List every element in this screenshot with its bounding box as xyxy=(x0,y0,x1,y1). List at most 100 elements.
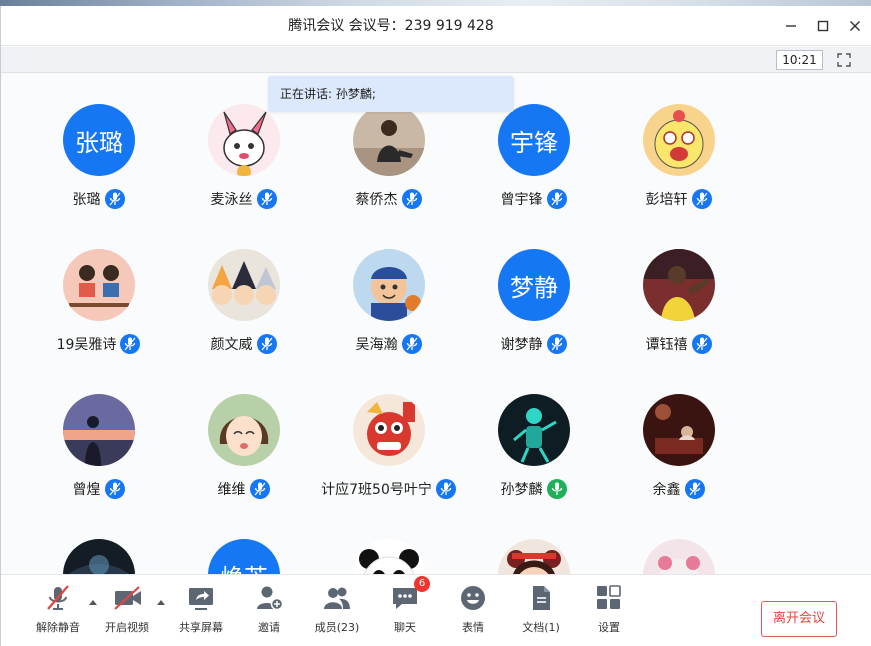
cartoon-couple-avatar xyxy=(63,249,135,321)
dark-night-avatar xyxy=(63,539,135,574)
members-button[interactable]: 成员(23) xyxy=(302,583,372,639)
participant-name: 吴海瀚 xyxy=(355,337,398,353)
meeting-toolbar: 解除静音 开启视频 共享屏幕 邀请 成员(23) 6 聊天 表情 文档(1) 设… xyxy=(1,574,871,646)
participant-tile[interactable] xyxy=(26,509,171,574)
share-screen-button[interactable]: 共享屏幕 xyxy=(166,583,236,639)
unmute-button[interactable]: 解除静音 xyxy=(23,583,93,639)
start-video-label: 开启视频 xyxy=(105,621,149,634)
avatar: 梦静 xyxy=(498,249,570,321)
participant-tile[interactable]: 余鑫 xyxy=(606,364,751,499)
mic-muted-icon xyxy=(104,189,125,209)
invite-button[interactable]: 邀请 xyxy=(234,583,304,639)
unmute-label: 解除静音 xyxy=(36,621,80,634)
participant-name-row: 计应7班50号叶宁 xyxy=(316,478,461,500)
cartoon-bunny-avatar xyxy=(208,104,280,176)
video-options-caret[interactable] xyxy=(156,597,166,607)
photo-football-player-avatar xyxy=(643,249,715,321)
participant-tile[interactable]: 吴海瀚 xyxy=(316,219,461,354)
participant-tile[interactable]: 焕芝 xyxy=(171,509,316,574)
participant-tile[interactable]: 梦静 谢梦静 xyxy=(461,219,606,354)
mic-muted-icon xyxy=(120,334,141,354)
participant-name: 余鑫 xyxy=(652,482,681,498)
close-icon xyxy=(850,21,860,31)
participant-name: 计应7班50号叶宁 xyxy=(321,482,432,498)
participant-name-row: 吴海瀚 xyxy=(316,333,461,355)
camera-off-icon xyxy=(114,586,141,610)
chat-button[interactable]: 6 聊天 xyxy=(370,576,440,639)
anime-group-avatar xyxy=(208,249,280,321)
lion-dance-avatar xyxy=(353,394,425,466)
mic-muted-icon xyxy=(684,479,705,499)
doll-avatar xyxy=(498,539,570,574)
neon-robot-avatar xyxy=(498,394,570,466)
fullscreen-icon xyxy=(837,53,851,67)
close-button[interactable] xyxy=(840,6,870,46)
avatar: 张璐 xyxy=(63,104,135,176)
share-screen-icon xyxy=(189,588,213,610)
chat-label: 聊天 xyxy=(394,621,416,634)
participant-tile[interactable]: 19吴雅诗 xyxy=(26,219,171,354)
mic-muted-icon xyxy=(401,334,422,354)
mic-muted-icon xyxy=(691,334,712,354)
mic-muted-icon xyxy=(546,334,567,354)
participant-tile[interactable]: 彭培轩 xyxy=(606,74,751,209)
participant-name: 曾煌 xyxy=(72,482,101,498)
participant-name-row: 彭培轩 xyxy=(606,188,751,210)
participant-tile[interactable] xyxy=(606,509,751,574)
participant-tile[interactable]: 谭钰禧 xyxy=(606,219,751,354)
participant-tile[interactable]: 曾煌 xyxy=(26,364,171,499)
speaking-indicator: 正在讲话: 孙梦麟; xyxy=(268,76,514,112)
mic-active-icon xyxy=(546,479,567,499)
mic-muted-icon xyxy=(47,585,69,610)
minimize-icon xyxy=(786,25,796,27)
pink-toy-avatar xyxy=(643,539,715,574)
participant-tile[interactable]: 颜文威 xyxy=(171,219,316,354)
docs-button[interactable]: 文档(1) xyxy=(506,583,576,639)
participant-tile[interactable]: 维维 xyxy=(171,364,316,499)
participant-name-row: 麦泳丝 xyxy=(171,188,316,210)
mic-muted-icon xyxy=(546,189,567,209)
participant-tile[interactable]: 孙梦麟 xyxy=(461,364,606,499)
participant-tile[interactable]: 张璐 张璐 xyxy=(26,74,171,209)
participant-name: 张璐 xyxy=(72,192,101,208)
participant-grid[interactable]: 张璐 张璐 麦泳丝 蔡侨杰 宇锋 曾宇锋 彭培轩 19吴雅诗 颜文威 吴海瀚 梦静 谢梦静 谭钰禧 曾煌维… xyxy=(1,74,871,574)
docs-label: 文档(1) xyxy=(522,621,560,634)
document-icon xyxy=(533,586,550,610)
fullscreen-button[interactable] xyxy=(834,51,854,69)
participant-name-row: 谭钰禧 xyxy=(606,333,751,355)
chat-unread-badge: 6 xyxy=(414,576,430,592)
participant-name: 19吴雅诗 xyxy=(56,337,117,353)
members-label: 成员(23) xyxy=(314,621,360,634)
cartoon-face-dizzy-avatar xyxy=(643,104,715,176)
participant-name-row: 曾煌 xyxy=(26,478,171,500)
window-title: 腾讯会议 会议号：239 919 428 xyxy=(288,18,494,34)
minimize-button[interactable] xyxy=(776,6,806,46)
participant-tile[interactable]: 计应7班50号叶宁 xyxy=(316,364,461,499)
maximize-icon xyxy=(817,20,829,32)
reactions-label: 表情 xyxy=(462,621,484,634)
titlebar: 腾讯会议 会议号：239 919 428 xyxy=(1,6,871,46)
dark-room-avatar xyxy=(643,394,715,466)
maximize-button[interactable] xyxy=(808,6,838,46)
start-video-button[interactable]: 开启视频 xyxy=(92,583,162,639)
mic-muted-icon xyxy=(401,189,422,209)
invite-label: 邀请 xyxy=(258,621,280,634)
emoji-icon xyxy=(461,586,485,610)
settings-label: 设置 xyxy=(598,621,620,634)
avatar: 焕芝 xyxy=(208,539,280,574)
participant-tile[interactable] xyxy=(316,509,461,574)
participant-name-row: 曾宇锋 xyxy=(461,188,606,210)
reactions-button[interactable]: 表情 xyxy=(438,583,508,639)
leave-meeting-button[interactable]: 离开会议 xyxy=(761,601,837,637)
participant-name: 颜文威 xyxy=(210,337,253,353)
participant-name-row: 张璐 xyxy=(26,188,171,210)
settings-button[interactable]: 设置 xyxy=(574,583,644,639)
anime-girl-avatar xyxy=(208,394,280,466)
panda-avatar xyxy=(353,539,425,574)
participant-name-row: 维维 xyxy=(171,478,316,500)
share-screen-label: 共享屏幕 xyxy=(179,621,223,634)
mic-muted-icon xyxy=(104,479,125,499)
participant-name-row: 19吴雅诗 xyxy=(26,333,171,355)
participant-name-row: 蔡侨杰 xyxy=(316,188,461,210)
participant-tile[interactable] xyxy=(461,509,606,574)
